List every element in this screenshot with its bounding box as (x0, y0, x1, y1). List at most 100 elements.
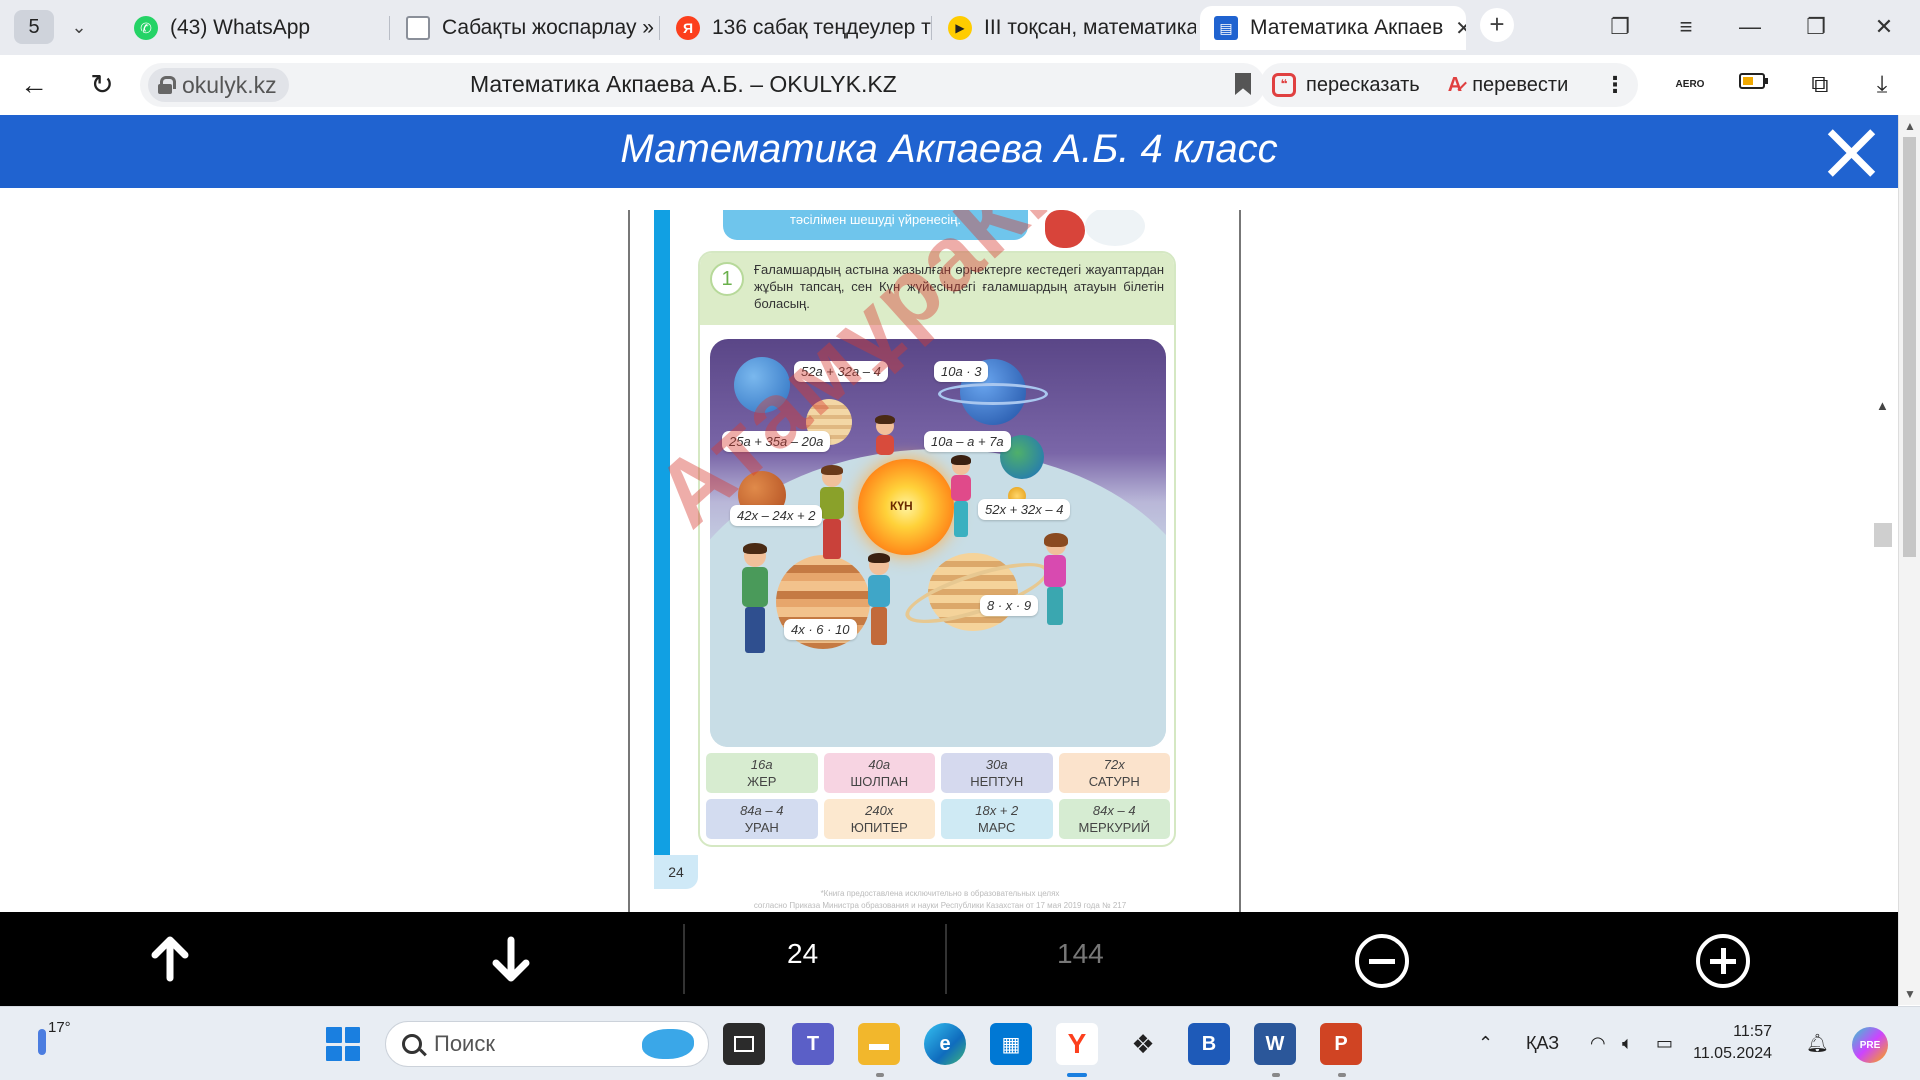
translate-button[interactable]: перевести (1472, 74, 1568, 97)
tab-whatsapp[interactable]: ✆ (43) WhatsApp (120, 6, 390, 50)
weather-widget[interactable]: 17° (30, 1019, 74, 1063)
scroll-up-icon[interactable]: ▲ (1904, 119, 1916, 133)
answer-planet-name: ЖЕР (747, 774, 777, 789)
answer-cell: 40a ШОЛПАН (823, 753, 935, 793)
answer-cell: 16a ЖЕР (706, 753, 818, 793)
aero-icon[interactable]: AERO (1670, 67, 1710, 103)
file-explorer-icon[interactable]: ▬ (858, 1023, 900, 1065)
dropbox-icon[interactable]: ❖ (1122, 1023, 1164, 1065)
viewer-header: Математика Акпаева А.Б. 4 класс (0, 115, 1898, 188)
answer-planet-name: ЮПИТЕР (850, 820, 908, 835)
taskbar-search[interactable]: Поиск (385, 1021, 709, 1067)
site-info-pill[interactable]: okulyk.kz (148, 68, 289, 102)
thermometer-icon (38, 1029, 46, 1055)
taskbar: 17° Поиск T ▬ e ▦ Y ❖ B W P ⌃ ҚАЗ ◠ 🔈︎ ▭… (0, 1006, 1920, 1080)
footnote: *Книга предоставлена исключительно в обр… (753, 889, 1127, 910)
teams-icon[interactable]: T (792, 1023, 834, 1065)
answer-expression: 16a (750, 757, 773, 772)
expression-label: 10a · 3 (934, 361, 989, 382)
page-stripe (654, 210, 670, 855)
answer-cell: 84a – 4 УРАН (706, 799, 818, 839)
uranus-ring (938, 383, 1048, 405)
search-icon (402, 1034, 422, 1054)
chevron-up-icon[interactable]: ⌃ (1478, 1033, 1493, 1054)
bookmark-icon[interactable] (1235, 73, 1251, 95)
start-button[interactable] (326, 1027, 360, 1061)
tab-label: 136 сабақ теңдеулер т (712, 16, 931, 39)
close-viewer-icon[interactable] (1825, 127, 1877, 179)
tab-label: (43) WhatsApp (170, 16, 311, 39)
copilot-icon[interactable]: PRE (1852, 1027, 1888, 1063)
notifications-bell-icon[interactable]: 🔔︎ (1806, 1033, 1829, 1054)
answer-planet-name: УРАН (744, 820, 779, 835)
address-bar[interactable]: okulyk.kz Математика Акпаева А.Б. – OKUL… (140, 63, 1265, 107)
yandex-icon: Я (676, 16, 700, 40)
back-arrow-icon[interactable]: ← (16, 67, 52, 103)
close-icon[interactable]: ✕ (1455, 16, 1466, 41)
system-clock[interactable]: 11:57 11.05.2024 (1672, 1021, 1772, 1065)
translate-icon: A̷ (1447, 73, 1463, 96)
tab-label: Сабақты жоспарлау » (442, 16, 654, 39)
page-scrollbar[interactable]: ▲ ▼ (1872, 398, 1892, 912)
tab-manager-icon[interactable]: ❐ (1600, 8, 1640, 46)
book-icon: ▤ (1214, 16, 1238, 40)
tab-136-sabaq[interactable]: Я 136 сабақ теңдеулер т (662, 6, 932, 50)
reload-icon[interactable]: ↻ (84, 67, 120, 103)
powerpoint-icon[interactable]: P (1320, 1023, 1362, 1065)
answer-cell: 84x – 4 МЕРКУРИЙ (1058, 799, 1170, 839)
scroll-up-icon[interactable]: ▲ (1876, 398, 1889, 413)
window-scrollbar[interactable]: ▲ ▼ (1898, 115, 1920, 1005)
download-icon[interactable]: ⤓ (1862, 67, 1902, 103)
close-window-button[interactable]: ✕ (1864, 8, 1904, 46)
address-bar-row: ← ↻ okulyk.kz Математика Акпаева А.Б. – … (0, 55, 1920, 115)
tab-counter-button[interactable]: 5 (14, 10, 54, 44)
book-viewer: тәсілімен шешуді үйренесің. 1 Ғаламшарды… (0, 188, 1898, 912)
scroll-thumb[interactable] (1874, 523, 1892, 547)
scroll-down-icon[interactable]: ▼ (1904, 987, 1916, 1001)
minimize-button[interactable]: — (1730, 8, 1770, 46)
tab-label: III тоқсан, математика (984, 16, 1196, 39)
search-placeholder: Поиск (434, 1031, 495, 1056)
answer-expression: 84a – 4 (740, 803, 784, 818)
collections-icon[interactable]: ⧉ (1800, 67, 1840, 103)
answer-expression: 72x (1103, 757, 1125, 772)
zoom-out-button[interactable] (1355, 934, 1409, 988)
temperature: 17° (48, 1019, 71, 1036)
language-indicator[interactable]: ҚАЗ (1526, 1033, 1559, 1054)
tab-matematika-akpaeva[interactable]: ▤ Математика Акпаев ✕ (1200, 6, 1466, 50)
store-icon[interactable]: ▦ (990, 1023, 1032, 1065)
lock-icon (158, 76, 176, 94)
decor-cloud (1085, 210, 1145, 246)
restore-button[interactable]: ❐ (1796, 8, 1836, 46)
retell-button[interactable]: пересказать (1306, 74, 1420, 97)
scroll-thumb[interactable] (1903, 137, 1916, 557)
viewer-title: Математика Акпаева А.Б. 4 класс (620, 127, 1278, 171)
answer-planet-name: САТУРН (1088, 774, 1140, 789)
arrow-down-icon[interactable] (486, 934, 536, 984)
answer-expression: 84x – 4 (1092, 803, 1136, 818)
tab-sabaqty-zhosparlau[interactable]: Сабақты жоспарлау » (392, 6, 660, 50)
arrow-up-icon[interactable] (145, 934, 195, 984)
exercise-number: 1 (710, 262, 744, 296)
battery-saver-icon[interactable] (1734, 67, 1774, 103)
battery-icon[interactable]: ▭ (1656, 1033, 1673, 1054)
chevron-down-icon[interactable]: ⌄ (64, 10, 94, 44)
menu-icon[interactable]: ≡ (1666, 8, 1706, 46)
tab-iii-toqsan[interactable]: ▶ III тоқсан, математика (934, 6, 1196, 50)
wifi-icon[interactable]: ◠ (1590, 1033, 1606, 1054)
edge-icon[interactable]: e (924, 1023, 966, 1065)
yandex-browser-icon[interactable]: Y (1056, 1023, 1098, 1065)
child-figure (946, 455, 976, 543)
word-icon[interactable]: W (1254, 1023, 1296, 1065)
b-app-icon[interactable]: B (1188, 1023, 1230, 1065)
more-options-icon[interactable]: ⋮ (1604, 72, 1626, 98)
volume-icon[interactable]: 🔈︎ (1622, 1033, 1633, 1054)
current-page-input[interactable]: 24 (787, 938, 818, 970)
retell-icon: ❝ (1272, 73, 1296, 97)
tab-label: Математика Акпаев (1250, 16, 1444, 39)
answer-expression: 30a (985, 757, 1008, 772)
task-view-icon[interactable] (723, 1023, 765, 1065)
new-tab-button[interactable]: + (1480, 8, 1514, 42)
total-pages: 144 (1057, 938, 1104, 969)
zoom-in-button[interactable] (1696, 934, 1750, 988)
